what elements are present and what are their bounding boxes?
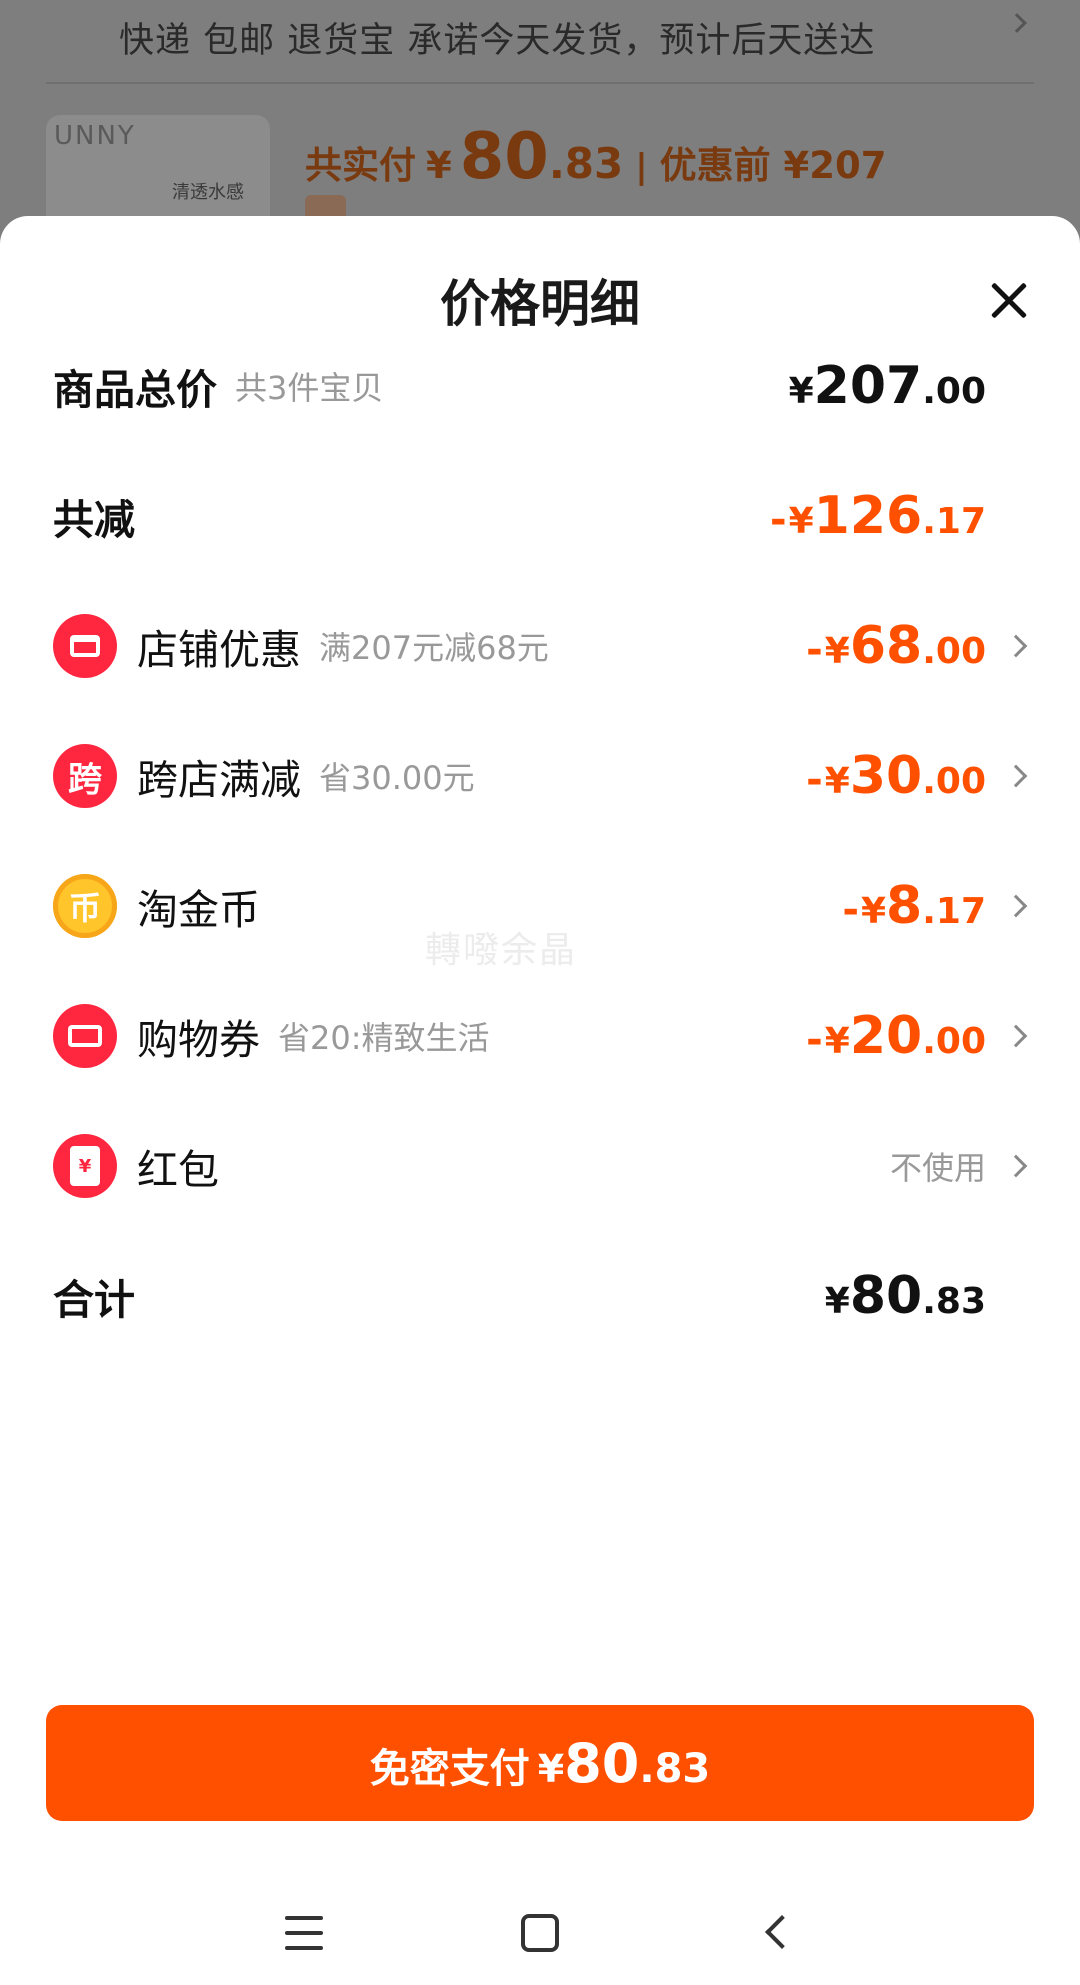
amount-dec: .17 bbox=[922, 891, 986, 932]
total-label: 商品总价 bbox=[53, 366, 217, 414]
amount-dec: .17 bbox=[922, 501, 986, 542]
coin-label: 淘金币 bbox=[137, 886, 260, 934]
amount-dec: .00 bbox=[922, 761, 986, 802]
amount-int: 80 bbox=[849, 1266, 923, 1326]
paid-dec: .83 bbox=[548, 139, 624, 188]
sheet-title: 价格明细 bbox=[440, 275, 640, 333]
amount-int: 68 bbox=[849, 616, 923, 676]
yen-sign: ¥ bbox=[824, 761, 850, 802]
redpack-label: 红包 bbox=[137, 1146, 219, 1194]
paid-summary: 共实付 ¥ 80 .83 | 优惠前 ¥207 bbox=[305, 120, 887, 194]
redpack-status: 不使用 bbox=[889, 1149, 986, 1187]
row-total-price: 商品总价 共3件宝贝 ¥207.00 bbox=[0, 336, 1080, 436]
shipping-info: 快递 包邮 退货宝 承诺今天发货，预计后天送达 bbox=[119, 21, 876, 61]
amount-dec: .00 bbox=[922, 371, 986, 412]
yen-sign: ¥ bbox=[788, 501, 814, 542]
yen-sign: ¥ bbox=[860, 891, 887, 932]
paid-label: 共实付 bbox=[305, 144, 416, 187]
chevron-right-icon bbox=[1004, 1024, 1028, 1048]
red-packet-icon: ¥ bbox=[53, 1134, 117, 1198]
row-red-packet[interactable]: ¥ 红包 不使用 bbox=[0, 1116, 1080, 1216]
system-nav-bar bbox=[0, 1876, 1080, 1985]
cross-store-icon: 跨 bbox=[53, 744, 117, 808]
pay-yen: ¥ bbox=[537, 1746, 565, 1791]
paid-yen: ¥ bbox=[426, 144, 452, 187]
amount-dec: .00 bbox=[922, 631, 986, 672]
chevron-right-icon bbox=[1004, 634, 1028, 658]
redpack-value: 不使用 bbox=[890, 1143, 986, 1189]
sum-label: 合计 bbox=[53, 1276, 135, 1324]
reduce-label: 共减 bbox=[53, 496, 135, 544]
watermark: 轉㗶余晶 bbox=[425, 930, 578, 971]
cross-sub: 省30.00元 bbox=[319, 759, 475, 797]
menu-icon[interactable] bbox=[285, 1916, 323, 1950]
voucher-sub: 省20:精致生活 bbox=[278, 1019, 490, 1057]
chevron-right-icon bbox=[1004, 1154, 1028, 1178]
row-total-reduce: 共减 - ¥126.17 bbox=[0, 466, 1080, 566]
shop-label: 店铺优惠 bbox=[137, 626, 301, 674]
separator: | bbox=[635, 147, 648, 187]
chevron-right-icon bbox=[1004, 764, 1028, 788]
shop-sub: 满207元减68元 bbox=[319, 629, 549, 667]
pay-label: 免密支付 bbox=[369, 1745, 530, 1792]
pay-button[interactable]: 免密支付 ¥ 80 .83 bbox=[46, 1705, 1034, 1821]
close-button[interactable] bbox=[984, 276, 1034, 326]
row-sum: 合计 ¥80.83 bbox=[0, 1246, 1080, 1346]
chevron-right-icon bbox=[1004, 894, 1028, 918]
shop-amount: - ¥68.00 bbox=[806, 616, 986, 676]
before-discount: 优惠前 ¥207 bbox=[659, 144, 887, 187]
total-amount: ¥207.00 bbox=[789, 356, 986, 416]
amount-int: 30 bbox=[849, 746, 923, 806]
reduce-amount: - ¥126.17 bbox=[770, 486, 986, 546]
back-icon[interactable] bbox=[765, 1915, 799, 1949]
cross-label: 跨店满减 bbox=[137, 756, 301, 804]
cross-amount: - ¥30.00 bbox=[806, 746, 986, 806]
coin-amount: - ¥8.17 bbox=[842, 876, 986, 936]
row-cross-store[interactable]: 跨 跨店满减 省30.00元 - ¥30.00 bbox=[0, 726, 1080, 826]
row-voucher[interactable]: 购物券 省20:精致生活 - ¥20.00 bbox=[0, 986, 1080, 1086]
minus-sign: - bbox=[806, 1017, 823, 1063]
amount-int: 126 bbox=[813, 486, 923, 546]
minus-sign: - bbox=[770, 497, 787, 543]
amount-dec: .83 bbox=[922, 1281, 986, 1322]
yen-sign: ¥ bbox=[824, 1281, 850, 1322]
ticket-icon bbox=[53, 1004, 117, 1068]
thumb-text: 清透水感 bbox=[172, 182, 244, 203]
paid-int: 80 bbox=[459, 120, 549, 194]
divider bbox=[46, 82, 1034, 84]
pay-dec: .83 bbox=[639, 1745, 711, 1792]
price-detail-sheet: 价格明细 商品总价 共3件宝贝 ¥207.00 共减 - ¥126.17 店铺优惠… bbox=[0, 216, 1080, 1985]
voucher-amount: - ¥20.00 bbox=[806, 1006, 986, 1066]
yen-sign: ¥ bbox=[788, 371, 814, 412]
yen-sign: ¥ bbox=[824, 631, 850, 672]
thumb-brand: UNNY bbox=[54, 121, 136, 151]
minus-sign: - bbox=[806, 627, 823, 673]
shop-icon bbox=[53, 614, 117, 678]
amount-dec: .00 bbox=[922, 1021, 986, 1062]
total-sub: 共3件宝贝 bbox=[235, 369, 384, 407]
coin-icon: 币 bbox=[53, 874, 117, 938]
chevron-right-icon bbox=[1007, 13, 1027, 33]
amount-int: 20 bbox=[849, 1006, 923, 1066]
amount-int: 8 bbox=[886, 876, 923, 936]
pay-int: 80 bbox=[564, 1731, 640, 1795]
home-icon[interactable] bbox=[521, 1914, 559, 1952]
yen-sign: ¥ bbox=[824, 1021, 850, 1062]
sum-amount: ¥80.83 bbox=[825, 1266, 986, 1326]
red-packet-glyph: ¥ bbox=[70, 1146, 100, 1186]
minus-sign: - bbox=[806, 757, 823, 803]
amount-int: 207 bbox=[813, 356, 923, 416]
minus-sign: - bbox=[842, 887, 859, 933]
voucher-label: 购物券 bbox=[137, 1016, 260, 1064]
row-shop-discount[interactable]: 店铺优惠 满207元减68元 - ¥68.00 bbox=[0, 596, 1080, 696]
